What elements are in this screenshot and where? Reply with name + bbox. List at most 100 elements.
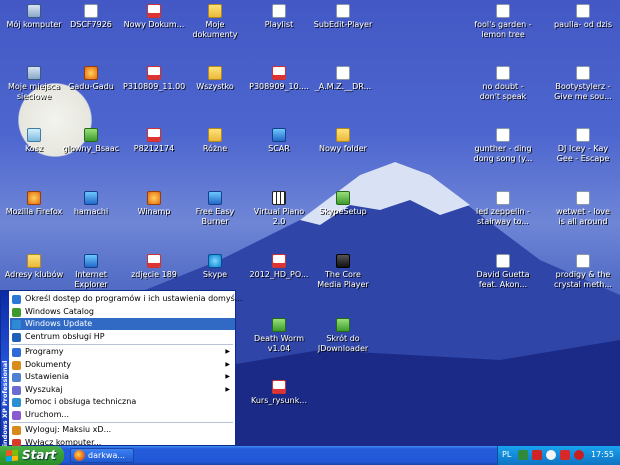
desktop-icon[interactable]: Free Easy Burner — [184, 191, 246, 227]
start-menu-item[interactable]: Ustawienia ▶ — [10, 371, 235, 383]
desktop-icon[interactable]: glowny_Bsaac — [60, 128, 122, 154]
desktop-icon-label: Winamp — [137, 207, 171, 216]
desktop-icon[interactable]: P310809_11.00 — [123, 66, 185, 92]
desktop-icon-label: Free Easy Burner — [195, 207, 235, 226]
pdf-file-icon — [272, 66, 286, 80]
folder-icon — [27, 254, 41, 268]
desktop-icon[interactable]: prodigy & the crystal meth... — [552, 254, 614, 290]
desktop-icon[interactable]: Internet Explorer — [60, 254, 122, 290]
desktop-icon-label: Nowy Dokum... — [123, 20, 185, 29]
audio-file-icon — [576, 4, 590, 18]
submenu-arrow-icon: ▶ — [225, 360, 230, 368]
start-menu-item-label: Centrum obsługi HP — [25, 331, 105, 341]
desktop-icon[interactable]: Nowy Dokum... — [123, 4, 185, 30]
start-menu-item[interactable]: Wyloguj: Maksiu xD... — [10, 424, 235, 436]
desktop-icon[interactable]: The Core Media Player — [312, 254, 374, 290]
start-menu-item[interactable]: Programy ▶ — [10, 346, 235, 358]
network-tray-icon[interactable] — [518, 450, 528, 460]
desktop-icon[interactable]: Gadu-Gadu — [60, 66, 122, 92]
folder-icon — [208, 128, 222, 142]
desktop-icon[interactable]: Mój komputer — [3, 4, 65, 30]
desktop-icon[interactable]: Różne — [184, 128, 246, 154]
settings-icon — [12, 373, 21, 382]
desktop-icon[interactable]: Winamp — [123, 191, 185, 217]
start-button[interactable]: Start — [0, 446, 64, 465]
desktop-icon-label: Mozilla Firefox — [5, 207, 63, 216]
desktop-icon[interactable]: Skrót do JDownloader — [312, 318, 374, 354]
desktop-icon-label: Playlist — [264, 20, 294, 29]
start-menu-item-label: Określ dostęp do programów i ich ustawie… — [25, 294, 243, 303]
start-menu-item[interactable]: Dokumenty ▶ — [10, 359, 235, 371]
submenu-arrow-icon: ▶ — [225, 385, 230, 393]
desktop-icon-label: David Guetta feat. Akon... — [476, 270, 530, 289]
start-menu-item[interactable]: Uruchom... — [10, 409, 235, 421]
desktop-icon[interactable]: led zeppelin - stairway to... — [472, 191, 534, 227]
start-menu-item[interactable]: Centrum obsługi HP — [10, 331, 235, 343]
desktop-icon[interactable]: Mozilla Firefox — [3, 191, 65, 217]
log-off-icon — [12, 426, 21, 435]
desktop-icon[interactable]: 2012_HD_PO... — [248, 254, 310, 280]
desktop-icon[interactable]: SkypeSetup — [312, 191, 374, 217]
folder-icon — [208, 4, 222, 18]
start-menu-item[interactable]: Windows Catalog — [10, 306, 235, 318]
desktop-icon[interactable]: Moje miejsca sieciowe — [3, 66, 65, 102]
desktop-icon-label: prodigy & the crystal meth... — [554, 270, 612, 289]
taskbar-button-firefox[interactable]: darkwa... — [70, 448, 134, 463]
system-tray: PL 17:55 — [497, 446, 620, 465]
desktop-icon-label: DJ Icey - Kay Gee - Escape — [556, 144, 610, 163]
desktop-icon[interactable]: SCAR — [248, 128, 310, 154]
setup-icon — [336, 191, 350, 205]
desktop-icon[interactable]: SubEdit-Player — [312, 4, 374, 30]
security-tray-icon[interactable] — [574, 450, 584, 460]
desktop-icon-label: Wszystko — [196, 82, 234, 91]
start-menu-separator — [11, 422, 233, 423]
desktop-icon[interactable]: paulla- od dzis — [552, 4, 614, 30]
desktop-icon[interactable]: Moje dokumenty — [184, 4, 246, 40]
pdf-file-icon — [272, 380, 286, 394]
desktop-icon-label: hamachi — [73, 207, 109, 216]
start-menu-separator — [11, 344, 233, 345]
desktop-icon-label: SCAR — [268, 144, 290, 153]
gadu-gadu-tray-icon[interactable] — [546, 450, 556, 460]
desktop-icon[interactable]: Adresy klubów — [3, 254, 65, 280]
desktop-icon[interactable]: P8212174 — [123, 128, 185, 154]
desktop-icon[interactable]: DJ Icey - Kay Gee - Escape — [552, 128, 614, 164]
desktop-icon[interactable]: Skype — [184, 254, 246, 280]
scar-tray-icon[interactable] — [560, 450, 570, 460]
language-indicator[interactable]: PL — [502, 450, 511, 459]
start-menu-item-label: Windows Update — [25, 319, 93, 328]
firefox-icon — [74, 450, 85, 461]
start-menu-item[interactable]: Wyszukaj ▶ — [10, 384, 235, 396]
desktop-icon[interactable]: fool's garden - lemon tree — [472, 4, 534, 40]
start-menu-item-label: Ustawienia — [25, 372, 69, 381]
desktop-icon[interactable]: hamachi — [60, 191, 122, 217]
desktop-icon[interactable]: wetwet - love is all around — [552, 191, 614, 227]
desktop-icon[interactable]: Virtual Piano 2.0 — [248, 191, 310, 227]
antivirus-tray-icon[interactable] — [532, 450, 542, 460]
hp-icon — [12, 332, 21, 342]
desktop-icon[interactable]: Playlist — [248, 4, 310, 30]
desktop-icon[interactable]: gunther - ding dong song (y... — [472, 128, 534, 164]
desktop-icon[interactable]: Kosz — [3, 128, 65, 154]
desktop-icon[interactable]: DSCF7926 — [60, 4, 122, 30]
start-menu-item[interactable]: Określ dostęp do programów i ich ustawie… — [10, 293, 242, 305]
desktop-icon[interactable]: Nowy folder — [312, 128, 374, 154]
desktop-icon[interactable]: Kurs_rysunk... — [248, 380, 310, 406]
start-menu-banner: Windows XP Professional — [1, 291, 9, 453]
desktop-icon-label: wetwet - love is all around — [556, 207, 610, 226]
desktop-icon[interactable]: Bootystylerz - Give me sou... — [552, 66, 614, 102]
desktop-icon[interactable]: no doubt - don't speak — [472, 66, 534, 102]
start-menu-item[interactable]: Windows Update — [10, 318, 235, 330]
desktop-icon[interactable]: P308909_10.... — [248, 66, 310, 92]
desktop-icon-label: led zeppelin - stairway to... — [476, 207, 530, 226]
desktop-icon[interactable]: _A.M.Z.__DR... — [312, 66, 374, 92]
desktop-icon[interactable]: zdjęcie 189 — [123, 254, 185, 280]
desktop-icon-label: no doubt - don't speak — [479, 82, 527, 101]
start-menu-item[interactable]: Pomoc i obsługa techniczna — [10, 396, 235, 408]
desktop-icon[interactable]: David Guetta feat. Akon... — [472, 254, 534, 290]
desktop-icon[interactable]: Death Worm v1.04 — [248, 318, 310, 354]
document-icon — [336, 66, 350, 80]
clock[interactable]: 17:55 — [591, 450, 614, 459]
scar-icon — [272, 128, 286, 142]
desktop-icon[interactable]: Wszystko — [184, 66, 246, 92]
